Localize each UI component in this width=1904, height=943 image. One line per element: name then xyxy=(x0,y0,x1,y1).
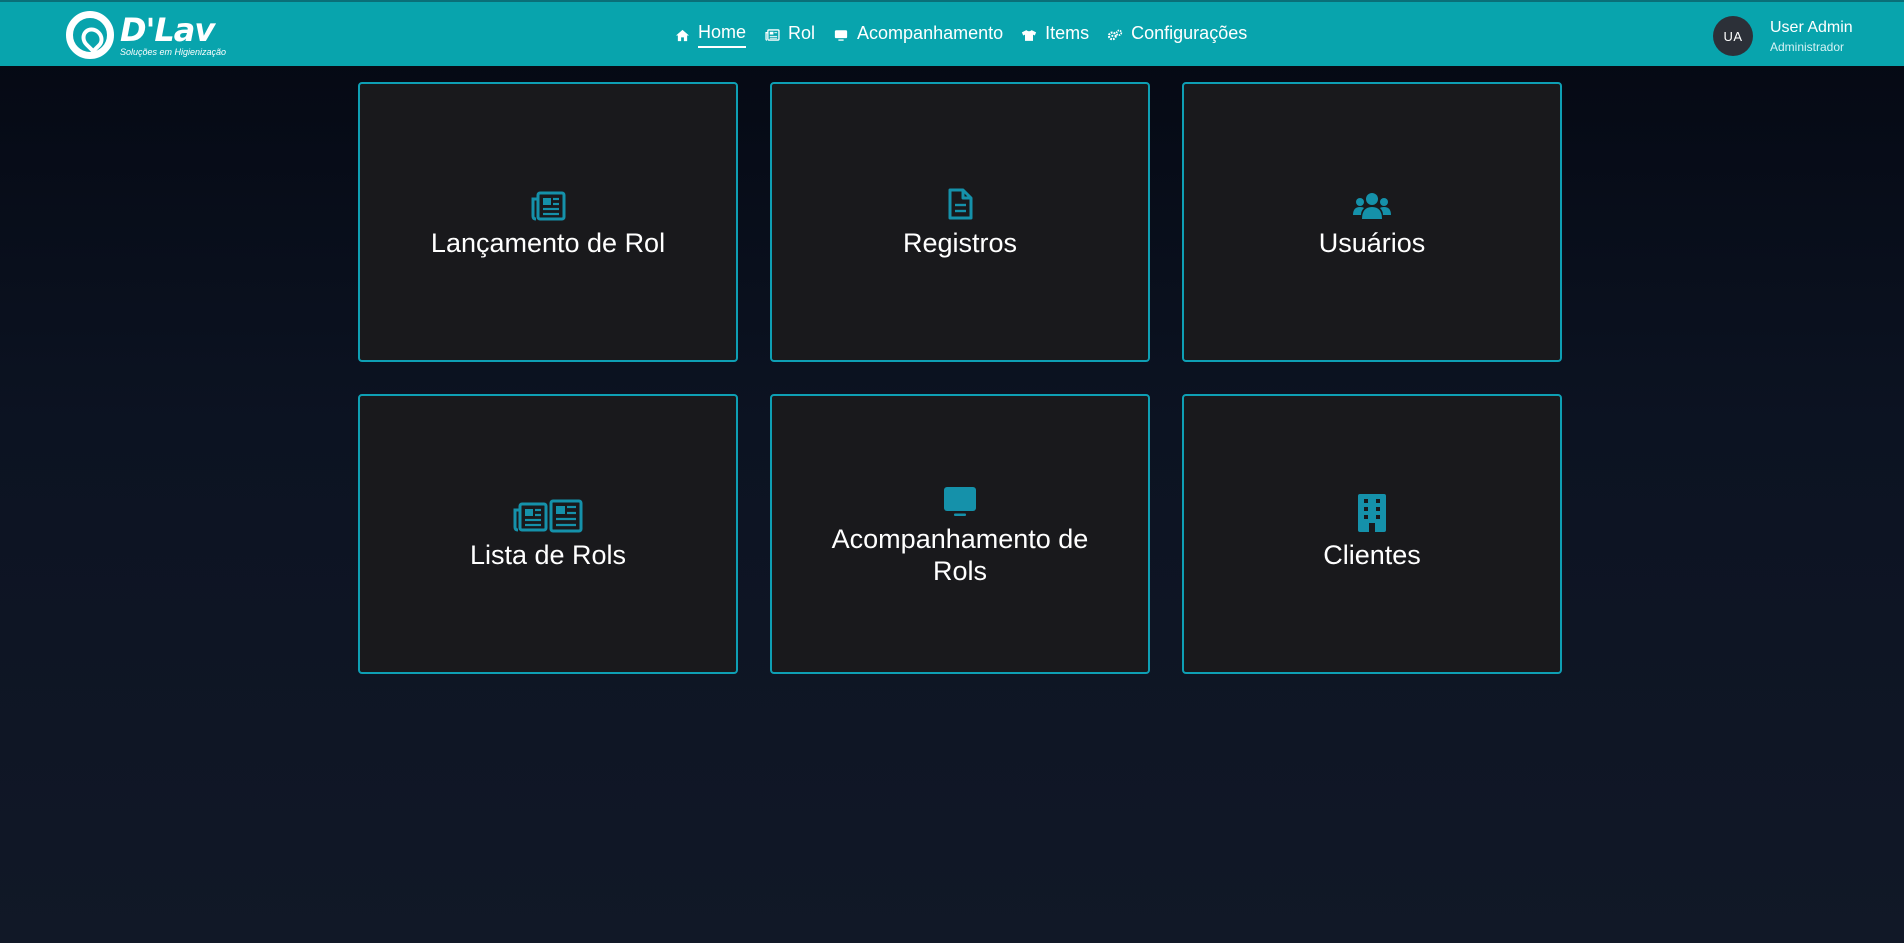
card-title: Acompanhamento de Rols xyxy=(831,524,1089,586)
card-clientes[interactable]: Clientes xyxy=(1182,394,1562,674)
dashboard-card-grid: Lançamento de Rol Registros Usuários Lis… xyxy=(358,82,1562,674)
nav-item-acompanhamento[interactable]: Acompanhamento xyxy=(833,23,1003,47)
nav-item-configuracoes[interactable]: Configurações xyxy=(1107,23,1247,47)
monitor-icon xyxy=(833,27,849,43)
card-title: Registros xyxy=(902,228,1018,258)
card-title: Clientes xyxy=(1323,540,1421,570)
card-usuarios[interactable]: Usuários xyxy=(1182,82,1562,362)
card-title: Lista de Rols xyxy=(469,540,627,570)
nav-rol-label: Rol xyxy=(788,23,816,43)
nav-items-label: Items xyxy=(1045,23,1090,43)
nav-configuracoes-label: Configurações xyxy=(1131,23,1248,43)
card-acompanhamento-de-rols[interactable]: Acompanhamento de Rols xyxy=(770,394,1150,674)
nav-acompanhamento-label: Acompanhamento xyxy=(857,23,1004,43)
logo-tagline: Soluções em Higienização xyxy=(120,46,227,57)
card-title: Lançamento de Rol xyxy=(430,228,666,258)
main-nav: Home Rol Acompanhamento Items Configuraç… xyxy=(674,2,1265,68)
home-icon xyxy=(674,27,690,43)
nav-item-items[interactable]: Items xyxy=(1021,23,1089,47)
nav-item-home[interactable]: Home xyxy=(674,22,747,48)
dlav-logo[interactable]: D'Lav Soluções em Higienização xyxy=(66,10,248,60)
shirt-icon xyxy=(1021,27,1037,43)
user-name: User Admin xyxy=(1770,18,1853,36)
card-registros[interactable]: Registros xyxy=(770,82,1150,362)
monitor-icon xyxy=(943,481,977,517)
user-role: Administrador xyxy=(1770,39,1845,54)
newspaper-icon xyxy=(530,185,566,221)
logo-drop-icon xyxy=(66,11,114,59)
users-icon xyxy=(1352,185,1392,221)
file-lines-icon xyxy=(947,185,974,221)
top-navbar: D'Lav Soluções em Higienização Home Rol … xyxy=(0,0,1904,66)
gears-icon xyxy=(1107,27,1123,43)
card-lancamento-de-rol[interactable]: Lançamento de Rol xyxy=(358,82,738,362)
nav-item-rol[interactable]: Rol xyxy=(764,23,815,47)
building-icon xyxy=(1355,494,1389,533)
nav-home-label: Home xyxy=(698,22,747,48)
card-title: Usuários xyxy=(1318,228,1426,258)
newspapers-icon xyxy=(512,497,584,533)
logo-name: D'Lav xyxy=(120,10,215,49)
avatar[interactable]: UA xyxy=(1713,16,1753,56)
newspaper-icon xyxy=(764,27,780,43)
card-lista-de-rols[interactable]: Lista de Rols xyxy=(358,394,738,674)
user-menu[interactable]: UA User Admin Administrador xyxy=(1713,16,1853,56)
